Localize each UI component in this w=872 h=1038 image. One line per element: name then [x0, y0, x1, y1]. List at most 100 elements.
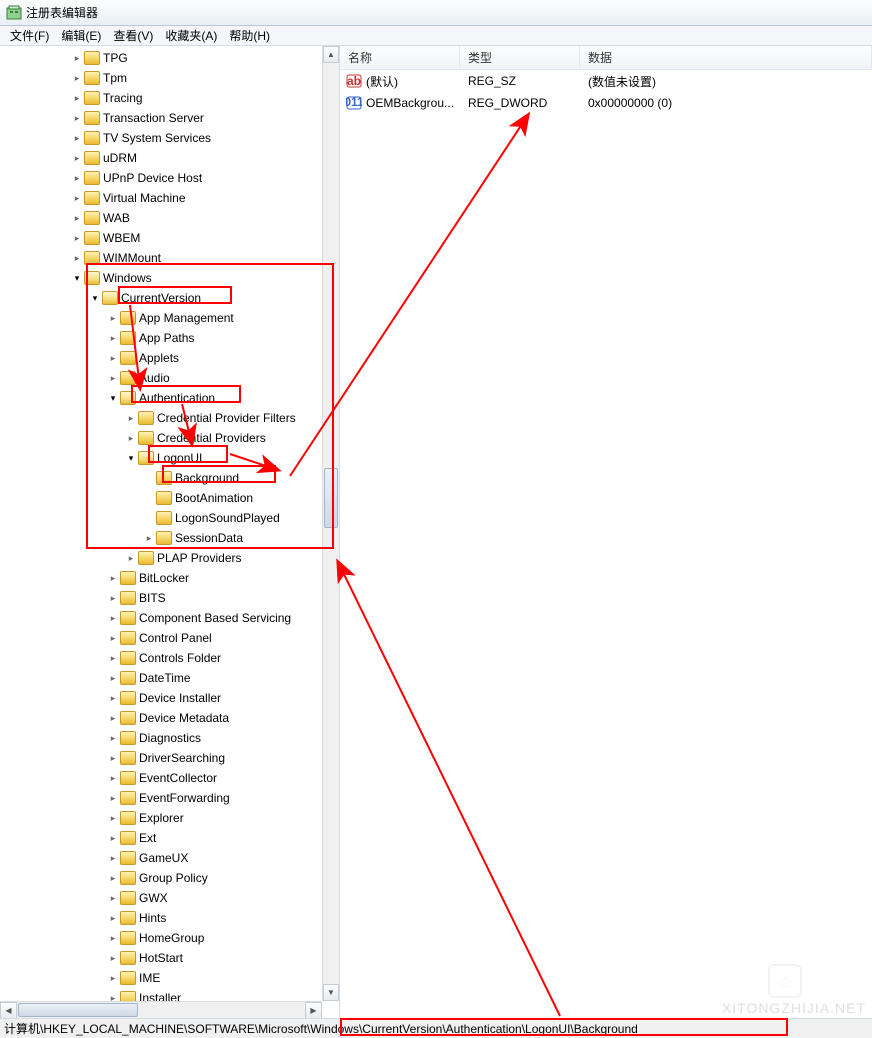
- expand-icon[interactable]: ▸: [106, 731, 120, 745]
- tree-item[interactable]: ▸ Device Installer: [0, 688, 339, 708]
- expand-icon[interactable]: ▸: [70, 111, 84, 125]
- expand-icon[interactable]: ▸: [70, 231, 84, 245]
- tree-item[interactable]: ▸ TV System Services: [0, 128, 339, 148]
- expand-icon[interactable]: ▸: [70, 91, 84, 105]
- scroll-thumb[interactable]: [324, 468, 338, 528]
- expand-icon[interactable]: ▸: [124, 551, 138, 565]
- menu-view[interactable]: 查看(V): [107, 25, 159, 46]
- tree-vscrollbar[interactable]: ▲ ▼: [322, 46, 339, 1001]
- expand-icon[interactable]: ▸: [106, 671, 120, 685]
- expand-icon[interactable]: [142, 511, 156, 525]
- tree-item[interactable]: ▸ Audio: [0, 368, 339, 388]
- tree-item-authentication[interactable]: ▾ Authentication: [0, 388, 339, 408]
- expand-icon[interactable]: ▸: [70, 211, 84, 225]
- tree-item[interactable]: ▸ Tpm: [0, 68, 339, 88]
- tree-item[interactable]: ▸ Group Policy: [0, 868, 339, 888]
- expand-icon[interactable]: ▸: [142, 531, 156, 545]
- col-data[interactable]: 数据: [580, 46, 872, 69]
- value-row[interactable]: ab(默认) REG_SZ (数值未设置): [340, 70, 872, 92]
- tree-item[interactable]: ▸ Diagnostics: [0, 728, 339, 748]
- tree-item-currentversion[interactable]: ▾ CurrentVersion: [0, 288, 339, 308]
- tree-item[interactable]: ▸ GameUX: [0, 848, 339, 868]
- tree-item[interactable]: ▸ uDRM: [0, 148, 339, 168]
- expand-icon[interactable]: ▸: [106, 591, 120, 605]
- value-row[interactable]: 011OEMBackgrou... REG_DWORD 0x00000000 (…: [340, 92, 872, 114]
- expand-icon[interactable]: ▸: [70, 251, 84, 265]
- tree-item[interactable]: ▸ UPnP Device Host: [0, 168, 339, 188]
- tree-item[interactable]: ▸ BitLocker: [0, 568, 339, 588]
- tree-item[interactable]: ▸ Credential Provider Filters: [0, 408, 339, 428]
- menu-help[interactable]: 帮助(H): [223, 25, 276, 46]
- expand-icon[interactable]: ▸: [70, 51, 84, 65]
- expand-icon[interactable]: ▸: [106, 751, 120, 765]
- expand-icon[interactable]: ▸: [106, 831, 120, 845]
- tree-item[interactable]: ▸ IME: [0, 968, 339, 988]
- tree-item-logonui[interactable]: ▾ LogonUI: [0, 448, 339, 468]
- tree-hscrollbar[interactable]: ◀ ▶: [0, 1001, 322, 1018]
- expand-icon[interactable]: ▸: [106, 951, 120, 965]
- tree-item[interactable]: ▸ Tracing: [0, 88, 339, 108]
- tree-item[interactable]: ▸ WBEM: [0, 228, 339, 248]
- scroll-down-icon[interactable]: ▼: [323, 984, 339, 1001]
- menu-file[interactable]: 文件(F): [4, 25, 55, 46]
- tree-item[interactable]: ▸ PLAP Providers: [0, 548, 339, 568]
- tree-item[interactable]: ▸ App Management: [0, 308, 339, 328]
- expand-icon[interactable]: ▸: [106, 651, 120, 665]
- expand-icon[interactable]: ▸: [70, 131, 84, 145]
- menu-edit[interactable]: 编辑(E): [55, 25, 107, 46]
- tree-item[interactable]: ▸ Control Panel: [0, 628, 339, 648]
- expand-icon[interactable]: ▸: [106, 571, 120, 585]
- tree-item-bootanimation[interactable]: BootAnimation: [0, 488, 339, 508]
- expand-icon[interactable]: ▸: [106, 331, 120, 345]
- expand-icon[interactable]: ▸: [106, 691, 120, 705]
- expand-icon[interactable]: ▸: [106, 771, 120, 785]
- tree-item[interactable]: ▸ WIMMount: [0, 248, 339, 268]
- scroll-up-icon[interactable]: ▲: [323, 46, 339, 63]
- menubar[interactable]: 文件(F) 编辑(E) 查看(V) 收藏夹(A) 帮助(H): [0, 26, 872, 46]
- tree-item[interactable]: ▸ Credential Providers: [0, 428, 339, 448]
- tree-item-logonsoundplayed[interactable]: LogonSoundPlayed: [0, 508, 339, 528]
- list-header[interactable]: 名称 类型 数据: [340, 46, 872, 70]
- tree-item[interactable]: ▸ Device Metadata: [0, 708, 339, 728]
- expand-icon[interactable]: ▸: [70, 171, 84, 185]
- expand-icon[interactable]: [142, 471, 156, 485]
- tree-item[interactable]: ▸ EventCollector: [0, 768, 339, 788]
- tree-item[interactable]: ▸ DateTime: [0, 668, 339, 688]
- tree-item[interactable]: ▸ GWX: [0, 888, 339, 908]
- tree-item[interactable]: ▸ Explorer: [0, 808, 339, 828]
- expand-icon[interactable]: ▸: [106, 371, 120, 385]
- expand-icon[interactable]: ▾: [124, 451, 138, 465]
- tree-item-windows[interactable]: ▾ Windows: [0, 268, 339, 288]
- tree-item[interactable]: ▸ DriverSearching: [0, 748, 339, 768]
- scroll-right-icon[interactable]: ▶: [305, 1002, 322, 1018]
- tree-item[interactable]: ▸ Controls Folder: [0, 648, 339, 668]
- tree-item[interactable]: ▸ TPG: [0, 48, 339, 68]
- expand-icon[interactable]: ▸: [124, 411, 138, 425]
- expand-icon[interactable]: ▸: [106, 611, 120, 625]
- expand-icon[interactable]: ▸: [106, 711, 120, 725]
- tree-pane[interactable]: ▸ TPG ▸ Tpm ▸ Tracing ▸ Transaction Serv…: [0, 46, 340, 1018]
- tree-item[interactable]: ▸ App Paths: [0, 328, 339, 348]
- expand-icon[interactable]: ▸: [106, 631, 120, 645]
- tree-item[interactable]: ▸ Ext: [0, 828, 339, 848]
- expand-icon[interactable]: ▸: [106, 811, 120, 825]
- tree-item[interactable]: ▸ Transaction Server: [0, 108, 339, 128]
- expand-icon[interactable]: ▸: [70, 151, 84, 165]
- value-list-pane[interactable]: 名称 类型 数据 ab(默认) REG_SZ (数值未设置) 011OEMBac…: [340, 46, 872, 1018]
- expand-icon[interactable]: ▸: [106, 931, 120, 945]
- expand-icon[interactable]: ▸: [106, 311, 120, 325]
- tree-item[interactable]: ▸ EventForwarding: [0, 788, 339, 808]
- col-type[interactable]: 类型: [460, 46, 580, 69]
- expand-icon[interactable]: ▸: [106, 971, 120, 985]
- tree-item-background[interactable]: Background: [0, 468, 339, 488]
- scroll-thumb-h[interactable]: [18, 1003, 138, 1017]
- expand-icon[interactable]: [142, 491, 156, 505]
- expand-icon[interactable]: ▸: [106, 351, 120, 365]
- expand-icon[interactable]: ▸: [106, 891, 120, 905]
- expand-icon[interactable]: ▸: [106, 791, 120, 805]
- tree-item[interactable]: ▸ Virtual Machine: [0, 188, 339, 208]
- tree-item[interactable]: ▸ Hints: [0, 908, 339, 928]
- expand-icon[interactable]: ▸: [106, 911, 120, 925]
- expand-icon[interactable]: ▸: [70, 71, 84, 85]
- menu-favorites[interactable]: 收藏夹(A): [159, 25, 223, 46]
